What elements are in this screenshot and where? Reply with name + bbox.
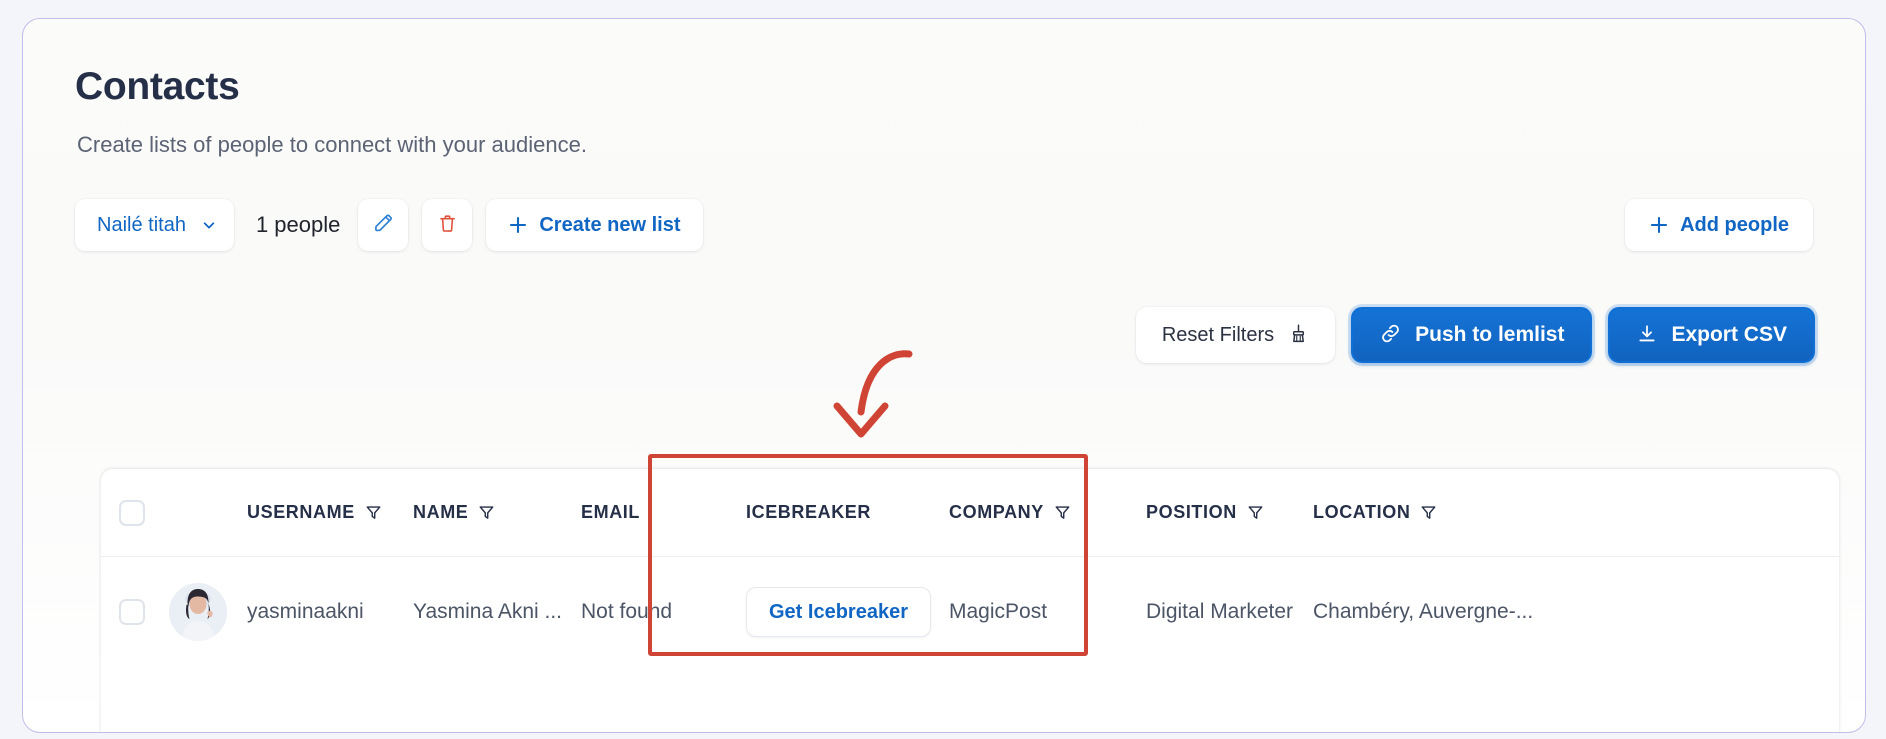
- edit-list-button[interactable]: [358, 199, 409, 251]
- table-header-row: USERNAME NAME EMAIL ICEBREAKER COMPANY P…: [101, 469, 1839, 557]
- column-label: POSITION: [1146, 502, 1237, 522]
- plus-icon: [1649, 215, 1669, 235]
- reset-filters-label: Reset Filters: [1161, 323, 1275, 346]
- avatar: [169, 583, 227, 641]
- cell-icebreaker: Get Icebreaker: [746, 557, 931, 667]
- page-subtitle: Create lists of people to connect with y…: [77, 132, 587, 157]
- column-label: LOCATION: [1313, 502, 1411, 522]
- select-all-checkbox-cell: [119, 469, 145, 556]
- column-label: COMPANY: [949, 502, 1044, 522]
- column-header-email[interactable]: EMAIL: [581, 469, 640, 556]
- contacts-page-card: Contacts Create lists of people to conne…: [22, 18, 1866, 733]
- filter-icon[interactable]: [1420, 504, 1437, 521]
- cell-location: Chambéry, Auvergne-...: [1313, 557, 1533, 667]
- filter-icon[interactable]: [1054, 504, 1071, 521]
- download-icon: [1636, 323, 1658, 348]
- username-text: yasminaakni: [247, 600, 364, 623]
- name-text: Yasmina Akni ...: [413, 600, 563, 623]
- table-actions: Reset Filters Push to lemlist Export CSV: [1135, 307, 1815, 363]
- people-count: 1 people: [255, 212, 341, 237]
- cell-username: yasminaakni: [247, 557, 364, 667]
- column-header-username[interactable]: USERNAME: [247, 469, 382, 556]
- delete-list-button[interactable]: [422, 199, 473, 251]
- link-icon: [1379, 322, 1402, 348]
- column-label: ICEBREAKER: [746, 502, 872, 522]
- column-header-name[interactable]: NAME: [413, 469, 495, 556]
- avatar-cell: [169, 557, 227, 667]
- cell-name: Yasmina Akni ...: [413, 557, 562, 667]
- export-csv-button[interactable]: Export CSV: [1608, 307, 1815, 363]
- list-toolbar: Nailé titah 1 people Create new list: [75, 199, 703, 251]
- filter-icon[interactable]: [1247, 504, 1264, 521]
- add-people-button[interactable]: Add people: [1625, 199, 1813, 251]
- column-label: NAME: [413, 502, 469, 522]
- cell-company: MagicPost: [949, 557, 1047, 667]
- reset-filters-button[interactable]: Reset Filters: [1135, 307, 1336, 363]
- email-text: Not found: [581, 600, 673, 623]
- filter-icon[interactable]: [478, 504, 495, 521]
- row-checkbox-cell: [119, 557, 145, 667]
- table-row[interactable]: yasminaakni Yasmina Akni ... Not found G…: [101, 557, 1839, 667]
- add-people-label: Add people: [1680, 213, 1789, 236]
- cell-position: Digital Marketer: [1146, 557, 1293, 667]
- select-all-checkbox[interactable]: [119, 499, 145, 526]
- filter-icon[interactable]: [365, 504, 382, 521]
- location-text: Chambéry, Auvergne-...: [1313, 600, 1534, 623]
- column-label: USERNAME: [247, 502, 355, 522]
- chevron-down-icon: [202, 218, 216, 232]
- column-header-icebreaker[interactable]: ICEBREAKER: [746, 469, 871, 556]
- contacts-table: USERNAME NAME EMAIL ICEBREAKER COMPANY P…: [101, 469, 1839, 732]
- create-new-list-button[interactable]: Create new list: [486, 199, 703, 251]
- export-csv-label: Export CSV: [1671, 323, 1787, 346]
- cell-email: Not found: [581, 557, 672, 667]
- column-header-company[interactable]: COMPANY: [949, 469, 1071, 556]
- trash-icon: [437, 213, 458, 237]
- push-to-lemlist-button[interactable]: Push to lemlist: [1351, 307, 1593, 363]
- broom-icon: [1288, 323, 1309, 347]
- list-selector-dropdown[interactable]: Nailé titah: [75, 199, 234, 251]
- company-text: MagicPost: [949, 600, 1048, 623]
- plus-icon: [508, 215, 528, 235]
- get-icebreaker-button[interactable]: Get Icebreaker: [746, 587, 931, 637]
- position-text: Digital Marketer: [1146, 600, 1294, 623]
- column-header-location[interactable]: LOCATION: [1313, 469, 1437, 556]
- push-to-lemlist-label: Push to lemlist: [1415, 323, 1565, 346]
- create-new-list-label: Create new list: [539, 213, 681, 236]
- list-selector-label: Nailé titah: [97, 213, 186, 236]
- pencil-icon: [372, 212, 395, 238]
- page-title: Contacts: [75, 65, 240, 108]
- column-label: EMAIL: [581, 502, 640, 522]
- row-select-checkbox[interactable]: [119, 599, 145, 625]
- column-header-position[interactable]: POSITION: [1146, 469, 1264, 556]
